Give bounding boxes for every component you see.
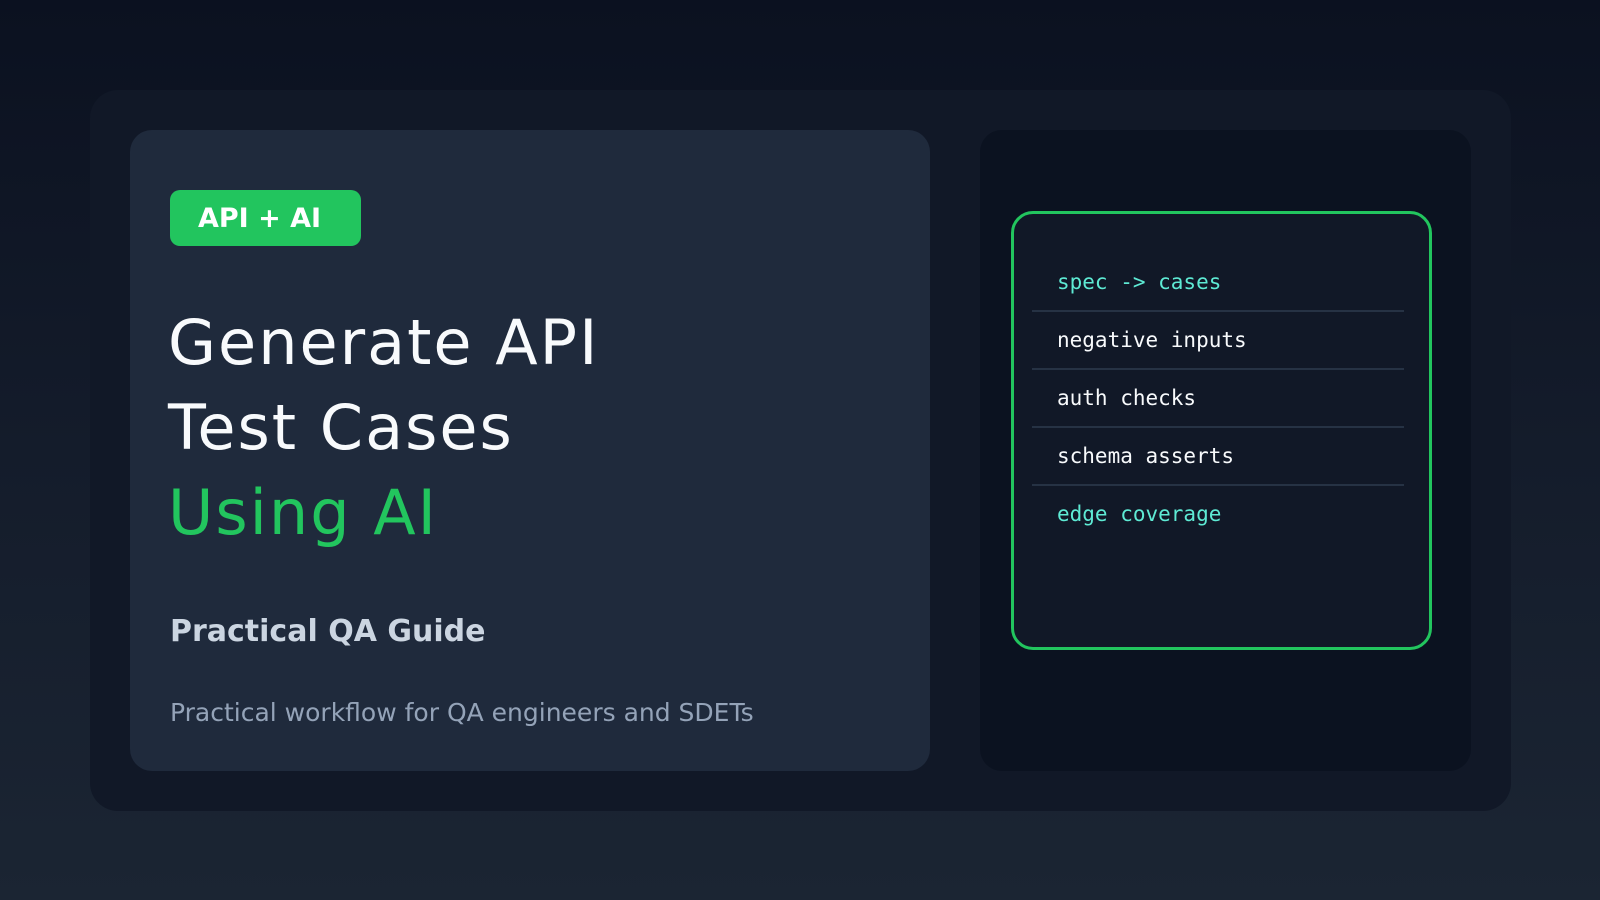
- title-line-1: Generate API: [168, 306, 600, 379]
- slide-frame: API + AI Generate API Test Cases Using A…: [90, 90, 1511, 811]
- checklist-item: schema asserts: [1032, 428, 1404, 486]
- page-title: Generate API Test Cases Using AI: [168, 300, 599, 555]
- title-line-3: Using AI: [168, 476, 438, 549]
- checklist: spec -> cases negative inputs auth check…: [1032, 254, 1404, 544]
- checklist-item: negative inputs: [1032, 312, 1404, 370]
- checklist-item: edge coverage: [1057, 502, 1222, 526]
- topic-badge: API + AI: [170, 190, 361, 246]
- title-line-2: Test Cases: [168, 391, 514, 464]
- checklist-box: spec -> cases negative inputs auth check…: [1011, 211, 1432, 650]
- content-card: API + AI Generate API Test Cases Using A…: [130, 130, 930, 771]
- subtitle: Practical QA Guide: [170, 614, 486, 649]
- side-panel: spec -> cases negative inputs auth check…: [980, 130, 1471, 771]
- checklist-item: auth checks: [1032, 370, 1404, 428]
- description: Practical workflow for QA engineers and …: [170, 698, 754, 727]
- checklist-item: spec -> cases: [1032, 254, 1404, 312]
